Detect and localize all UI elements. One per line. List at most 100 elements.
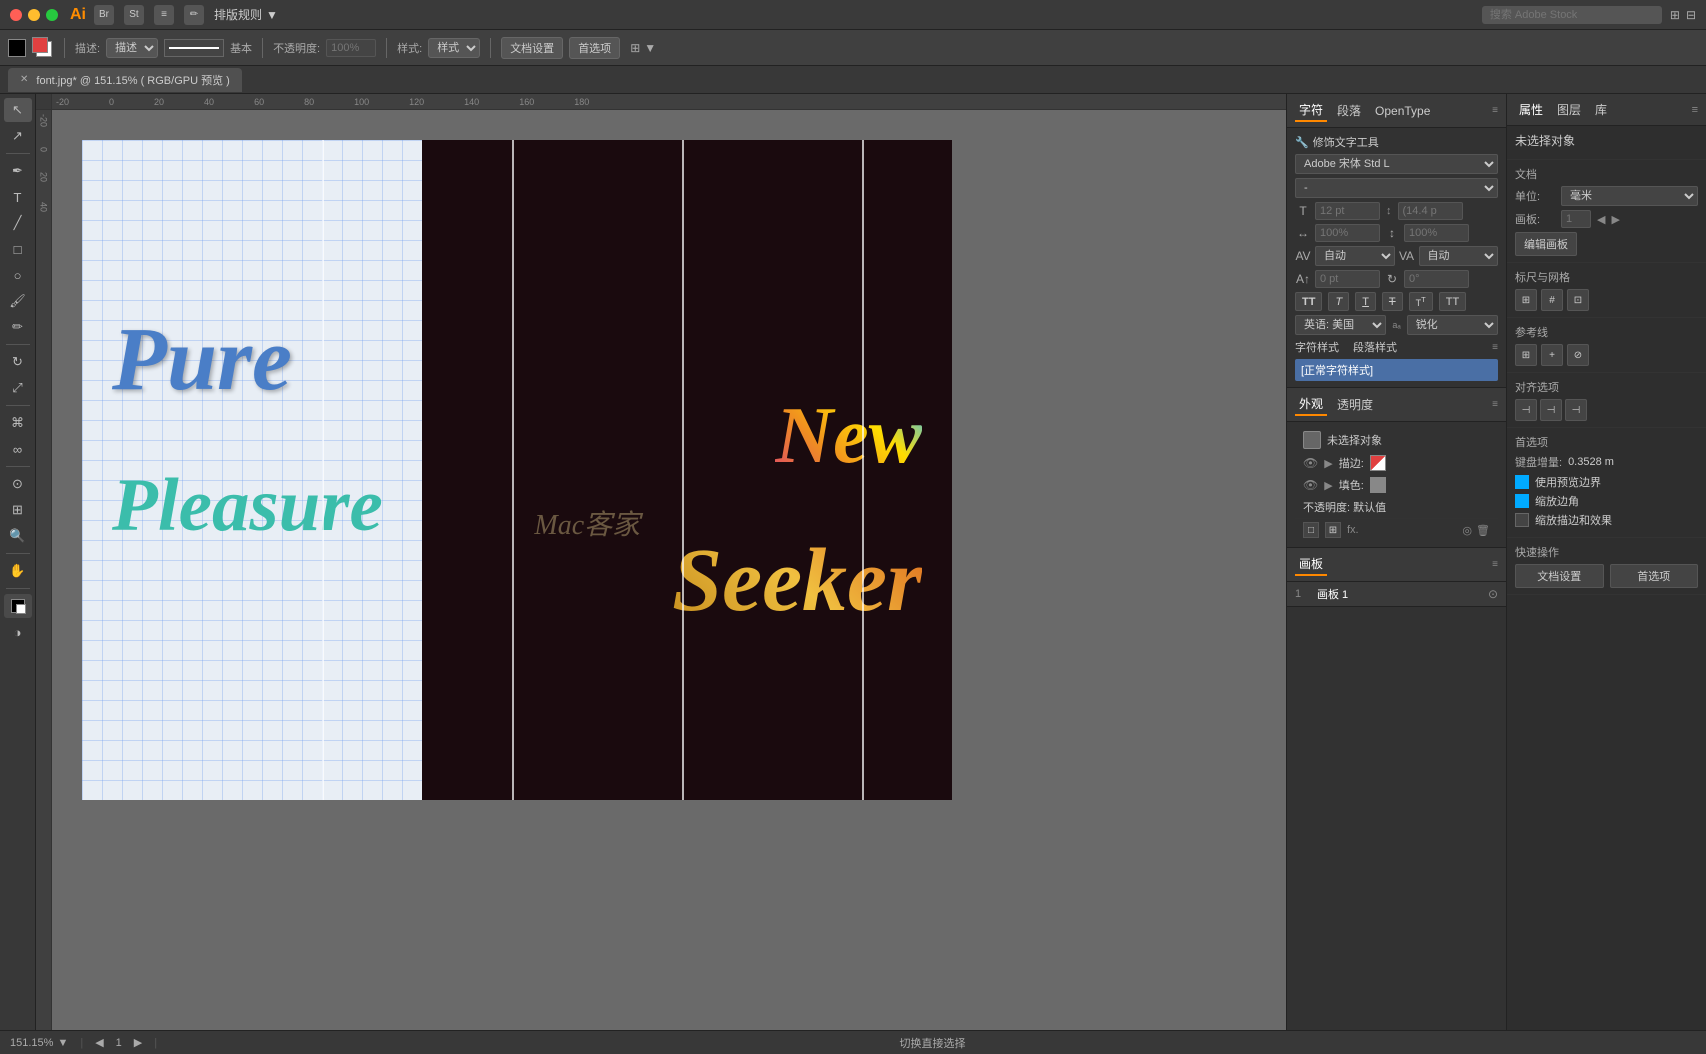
- language-select[interactable]: 英语: 美国: [1295, 315, 1386, 335]
- stroke-type-select[interactable]: 描述: [106, 38, 158, 58]
- tool-rotate[interactable]: ↻: [4, 350, 32, 374]
- tool-direct-select[interactable]: ↗: [4, 124, 32, 148]
- leading-input[interactable]: [1398, 202, 1463, 220]
- guide-icon-2[interactable]: +: [1541, 344, 1563, 366]
- grid-icon[interactable]: #: [1541, 289, 1563, 311]
- fr-panel-options[interactable]: ≡: [1692, 104, 1698, 116]
- status-nav-next[interactable]: ▶: [134, 1036, 142, 1049]
- align-right-btn[interactable]: ⊣: [1565, 399, 1587, 421]
- panel-collapse-btn[interactable]: ≡: [1492, 105, 1498, 116]
- artboard-target-icon[interactable]: ⊙: [1488, 587, 1498, 601]
- fill-expand-icon[interactable]: ▶: [1324, 479, 1332, 492]
- grid-snap-icon[interactable]: ⊡: [1567, 289, 1589, 311]
- tab-transparency[interactable]: 透明度: [1333, 394, 1377, 415]
- tool-scale[interactable]: ⤢: [4, 376, 32, 400]
- tool-brush[interactable]: 🖌: [4, 289, 32, 313]
- tool-line[interactable]: ╱: [4, 211, 32, 235]
- font-style-select[interactable]: -: [1295, 178, 1498, 198]
- tool-ellipse[interactable]: ○: [4, 263, 32, 287]
- status-nav-prev[interactable]: ◀: [95, 1036, 103, 1049]
- artboard-prev[interactable]: ◀: [1597, 213, 1605, 226]
- adobe-stock-search[interactable]: [1482, 6, 1662, 24]
- tab-artboard[interactable]: 画板: [1295, 553, 1327, 576]
- fill-color-swatch-appear[interactable]: [1370, 477, 1386, 493]
- brush-icon[interactable]: ≡: [154, 5, 174, 25]
- font-size-input[interactable]: [1315, 202, 1380, 220]
- quick-doc-settings-btn[interactable]: 文档设置: [1515, 564, 1604, 588]
- bridge-icon[interactable]: Br: [94, 5, 114, 25]
- artboard-input[interactable]: [1561, 210, 1591, 228]
- kerning-select[interactable]: 自动: [1315, 246, 1395, 266]
- tool-type[interactable]: T: [4, 185, 32, 209]
- appear-stroke-row[interactable]: 👁 ▶ 描边:: [1295, 452, 1498, 474]
- tab-close-btn[interactable]: ✕: [20, 74, 28, 85]
- align-left-btn[interactable]: ⊣: [1515, 399, 1537, 421]
- ruler-icon[interactable]: ⊞: [1515, 289, 1537, 311]
- minimize-button[interactable]: [28, 9, 40, 21]
- tool-measure[interactable]: ⊞: [4, 498, 32, 522]
- italic-btn[interactable]: T: [1328, 292, 1349, 311]
- panel-right-icon[interactable]: ⊟: [1686, 8, 1696, 22]
- scale-effects-checkbox[interactable]: [1515, 513, 1529, 527]
- panel-left-icon[interactable]: ⊞: [1670, 8, 1680, 22]
- style-select[interactable]: 样式: [428, 38, 480, 58]
- scale-v-input[interactable]: [1404, 224, 1469, 242]
- rotation-input[interactable]: [1404, 270, 1469, 288]
- edit-artboard-btn[interactable]: 编辑画板: [1515, 232, 1577, 256]
- canvas-area[interactable]: Pure New Pleasure Seeker: [52, 110, 1286, 1030]
- scale-h-input[interactable]: [1315, 224, 1380, 242]
- preview-bounds-checkbox[interactable]: [1515, 475, 1529, 489]
- new-item-icon[interactable]: □: [1303, 522, 1319, 538]
- guide-icon-1[interactable]: ⊞: [1515, 344, 1537, 366]
- tool-pen[interactable]: ✒: [4, 159, 32, 183]
- stroke-visibility-icon[interactable]: 👁: [1303, 456, 1318, 470]
- para-style-label[interactable]: 段落样式: [1353, 339, 1397, 355]
- tab-paragraph[interactable]: 段落: [1333, 100, 1365, 121]
- tab-layers[interactable]: 图层: [1553, 99, 1585, 120]
- tab-properties[interactable]: 属性: [1515, 99, 1547, 120]
- tab-opentype[interactable]: OpenType: [1371, 102, 1434, 120]
- tab-appearance[interactable]: 外观: [1295, 393, 1327, 416]
- stroke-expand-icon[interactable]: ▶: [1324, 457, 1332, 470]
- antialiasing-select[interactable]: 锐化: [1407, 315, 1498, 335]
- allcaps-btn[interactable]: TT: [1439, 292, 1466, 311]
- appear-delete-icon[interactable]: 🗑: [1476, 524, 1490, 537]
- preferences-toolbar-btn[interactable]: 首选项: [569, 37, 620, 59]
- tracking-select[interactable]: 自动: [1419, 246, 1499, 266]
- guide-icon-3[interactable]: ⊘: [1567, 344, 1589, 366]
- expand-icon[interactable]: ⊞: [630, 41, 640, 55]
- tool-zoom[interactable]: 🔍: [4, 524, 32, 548]
- stroke-color-area[interactable]: [32, 37, 54, 59]
- artboard-next[interactable]: ▶: [1611, 213, 1619, 226]
- normal-style-item[interactable]: [正常字符样式]: [1295, 359, 1498, 381]
- fill-stroke-indicator[interactable]: [4, 594, 32, 618]
- tab-library[interactable]: 库: [1591, 99, 1611, 120]
- underline-btn[interactable]: T: [1355, 292, 1376, 311]
- align-center-btn[interactable]: ⊣: [1540, 399, 1562, 421]
- arrange-menu[interactable]: 排版规则 ▼: [214, 6, 278, 23]
- tool-blend[interactable]: ∞: [4, 437, 32, 461]
- opacity-input[interactable]: [326, 39, 376, 57]
- tool-hand[interactable]: ✋: [4, 559, 32, 583]
- tool-pencil[interactable]: ✏: [4, 315, 32, 339]
- arrow-icon[interactable]: ▼: [644, 41, 656, 55]
- quick-preferences-btn[interactable]: 首选项: [1610, 564, 1699, 588]
- doc-settings-toolbar-btn[interactable]: 文档设置: [501, 37, 563, 59]
- baseline-input[interactable]: [1315, 270, 1380, 288]
- pen-icon[interactable]: ✏: [184, 5, 204, 25]
- artboard-panel-options[interactable]: ≡: [1492, 559, 1498, 570]
- stock-icon[interactable]: St: [124, 5, 144, 25]
- fx-icon[interactable]: fx.: [1347, 524, 1359, 536]
- style-panel-options[interactable]: ≡: [1492, 342, 1498, 353]
- fill-color-swatch[interactable]: [8, 39, 26, 57]
- superscript-btn[interactable]: TT: [1409, 292, 1433, 311]
- char-style-label[interactable]: 字符样式: [1295, 339, 1339, 355]
- tab-character[interactable]: 字符: [1295, 99, 1327, 122]
- scale-strokes-checkbox[interactable]: [1515, 494, 1529, 508]
- close-button[interactable]: [10, 9, 22, 21]
- appear-panel-options[interactable]: ≡: [1492, 399, 1498, 410]
- tool-warp[interactable]: ⌘: [4, 411, 32, 435]
- strikethrough-btn[interactable]: T: [1382, 292, 1403, 311]
- units-select[interactable]: 毫米: [1561, 186, 1698, 206]
- tool-rect[interactable]: □: [4, 237, 32, 261]
